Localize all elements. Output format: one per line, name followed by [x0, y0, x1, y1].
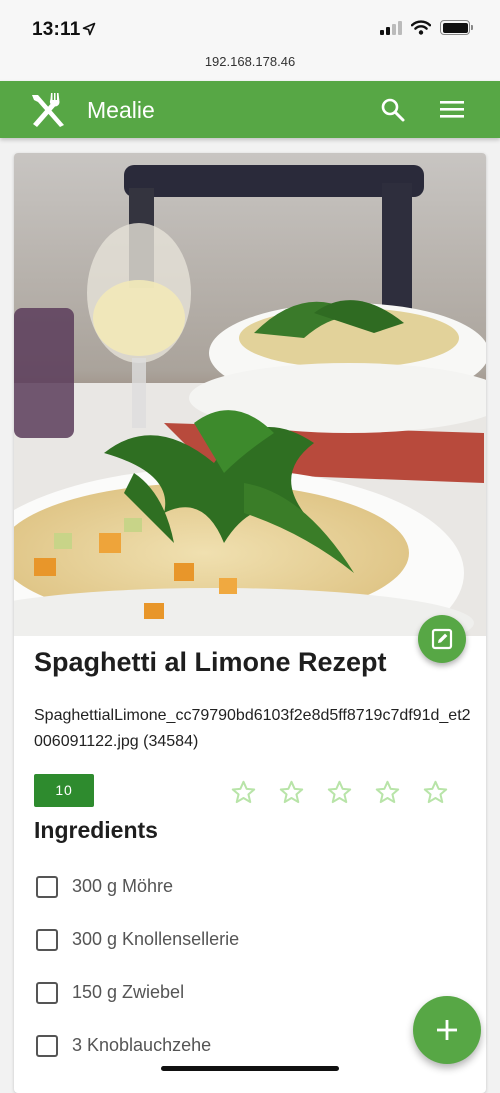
- servings-badge: 10: [34, 774, 94, 807]
- wifi-icon: [411, 20, 431, 35]
- plus-icon: [437, 1020, 457, 1040]
- fork-knife-icon[interactable]: [28, 92, 68, 128]
- star-icon[interactable]: [422, 779, 449, 806]
- ingredient-label: 300 g Knollensellerie: [72, 929, 240, 949]
- star-icon[interactable]: [230, 779, 257, 806]
- recipe-description: SpaghettialLimone_cc79790bd6103f2e8d5ff8…: [34, 707, 471, 750]
- edit-icon: [431, 628, 453, 650]
- edit-recipe-button[interactable]: [418, 615, 466, 663]
- recipe-image: [14, 153, 486, 636]
- app-title[interactable]: Mealie: [87, 97, 155, 124]
- location-arrow-icon: [82, 22, 96, 36]
- star-icon[interactable]: [278, 779, 305, 806]
- ingredient-item[interactable]: 300 g Knollensellerie: [36, 913, 239, 966]
- ingredient-checkbox[interactable]: [36, 1034, 58, 1057]
- ingredient-label: 150 g Zwiebel: [72, 982, 185, 1002]
- cellular-signal-icon: [380, 20, 402, 35]
- recipe-title: Spaghetti al Limone Rezept: [34, 647, 387, 677]
- ingredient-item[interactable]: 150 g Zwiebel: [36, 966, 239, 1019]
- recipe-card: Spaghetti al Limone Rezept SpaghettialLi…: [14, 153, 486, 1093]
- ingredient-checkbox[interactable]: [36, 981, 58, 1004]
- status-bar: 13:11: [0, 0, 500, 50]
- home-indicator: [161, 1066, 339, 1071]
- star-icon[interactable]: [374, 779, 401, 806]
- hamburger-menu-icon[interactable]: [440, 98, 464, 120]
- ingredients-heading: Ingredients: [34, 817, 158, 843]
- ingredient-label: 3 Knoblauchzehe: [72, 1035, 212, 1055]
- ingredient-checkbox[interactable]: [36, 928, 58, 951]
- star-icon[interactable]: [326, 779, 353, 806]
- ingredient-label: 300 g Möhre: [72, 876, 174, 896]
- search-icon[interactable]: [380, 97, 406, 123]
- recipe-photo: [14, 153, 486, 636]
- ingredient-checkbox[interactable]: [36, 875, 58, 898]
- status-time: 13:11: [32, 19, 81, 40]
- ingredient-item[interactable]: 3 Knoblauchzehe: [36, 1019, 239, 1072]
- ingredient-item[interactable]: 300 g Möhre: [36, 860, 239, 913]
- ingredients-list: 300 g Möhre 300 g Knollensellerie 150 g Zw…: [36, 860, 239, 1072]
- browser-url-bar[interactable]: 192.168.178.46: [0, 50, 500, 81]
- battery-icon: [440, 20, 473, 35]
- rating-stars[interactable]: [230, 779, 449, 806]
- add-recipe-button[interactable]: [413, 996, 481, 1064]
- app-bar: Mealie: [0, 81, 500, 138]
- status-indicators: [380, 20, 473, 35]
